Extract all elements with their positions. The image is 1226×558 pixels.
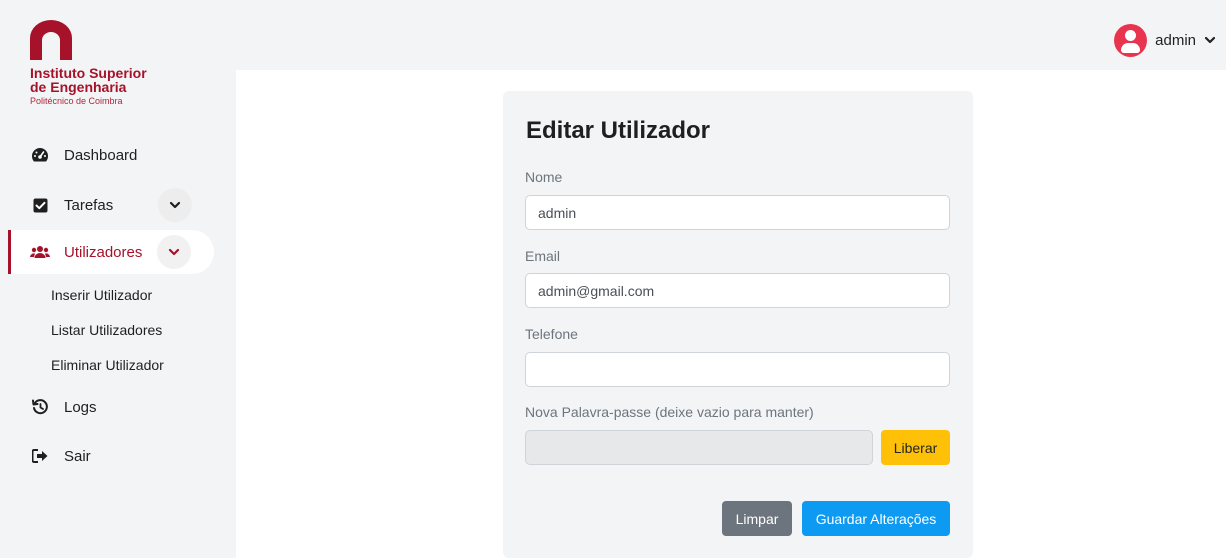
brand-name-line2: de Engenharia bbox=[30, 79, 127, 95]
liberar-button[interactable]: Liberar bbox=[881, 430, 950, 465]
submenu-item-inserir-utilizador[interactable]: Inserir Utilizador bbox=[51, 287, 152, 303]
chevron-down-icon bbox=[168, 248, 180, 256]
logo-arch-icon bbox=[30, 20, 72, 60]
brand-name-line1: Instituto Superior bbox=[30, 65, 147, 81]
check-square-icon bbox=[30, 195, 50, 215]
chevron-down-icon bbox=[169, 201, 181, 209]
brand-subtitle: Politécnico de Coimbra bbox=[30, 96, 123, 106]
user-name: admin bbox=[1155, 31, 1196, 49]
limpar-button[interactable]: Limpar bbox=[722, 501, 792, 536]
chevron-down-icon bbox=[1204, 36, 1216, 44]
sidebar-item-logs[interactable]: Logs bbox=[10, 385, 97, 429]
submenu-item-eliminar-utilizador[interactable]: Eliminar Utilizador bbox=[51, 357, 164, 373]
user-circle-icon bbox=[1114, 23, 1148, 57]
sign-out-icon bbox=[30, 446, 50, 466]
email-label: Email bbox=[525, 248, 561, 264]
email-input[interactable] bbox=[525, 273, 950, 308]
users-icon bbox=[30, 242, 50, 262]
history-icon bbox=[30, 397, 50, 417]
utilizadores-expand-button[interactable] bbox=[157, 235, 191, 269]
edit-user-card: Editar Utilizador Nome Email Telefone No… bbox=[503, 91, 973, 558]
password-input[interactable] bbox=[525, 430, 873, 465]
sidebar-item-label: Utilizadores bbox=[64, 243, 143, 261]
nome-input[interactable] bbox=[525, 195, 950, 230]
sidebar-item-dashboard[interactable]: Dashboard bbox=[10, 133, 137, 177]
main-content: Editar Utilizador Nome Email Telefone No… bbox=[236, 70, 1226, 558]
sidebar-item-label: Tarefas bbox=[64, 196, 114, 214]
user-menu[interactable]: admin bbox=[1114, 20, 1216, 60]
submenu-item-listar-utilizadores[interactable]: Listar Utilizadores bbox=[51, 322, 162, 338]
telefone-label: Telefone bbox=[525, 326, 578, 342]
tarefas-expand-button[interactable] bbox=[158, 188, 192, 222]
page-title: Editar Utilizador bbox=[526, 117, 711, 144]
sidebar-item-tarefas[interactable]: Tarefas bbox=[10, 183, 200, 227]
sidebar-item-label: Dashboard bbox=[64, 146, 138, 164]
nome-label: Nome bbox=[525, 169, 563, 185]
sidebar-item-sair[interactable]: Sair bbox=[10, 434, 91, 478]
sidebar-item-label: Logs bbox=[64, 398, 97, 416]
guardar-alteracoes-button[interactable]: Guardar Alterações bbox=[802, 501, 950, 536]
gauge-icon bbox=[30, 145, 50, 165]
sidebar-item-label: Sair bbox=[64, 447, 91, 465]
sidebar: Instituto Superior de Engenharia Politéc… bbox=[0, 0, 236, 558]
brand-logo[interactable]: Instituto Superior de Engenharia Politéc… bbox=[30, 20, 147, 106]
password-label: Nova Palavra-passe (deixe vazio para man… bbox=[525, 404, 814, 420]
telefone-input[interactable] bbox=[525, 352, 950, 387]
sidebar-item-utilizadores[interactable]: Utilizadores bbox=[8, 230, 214, 274]
